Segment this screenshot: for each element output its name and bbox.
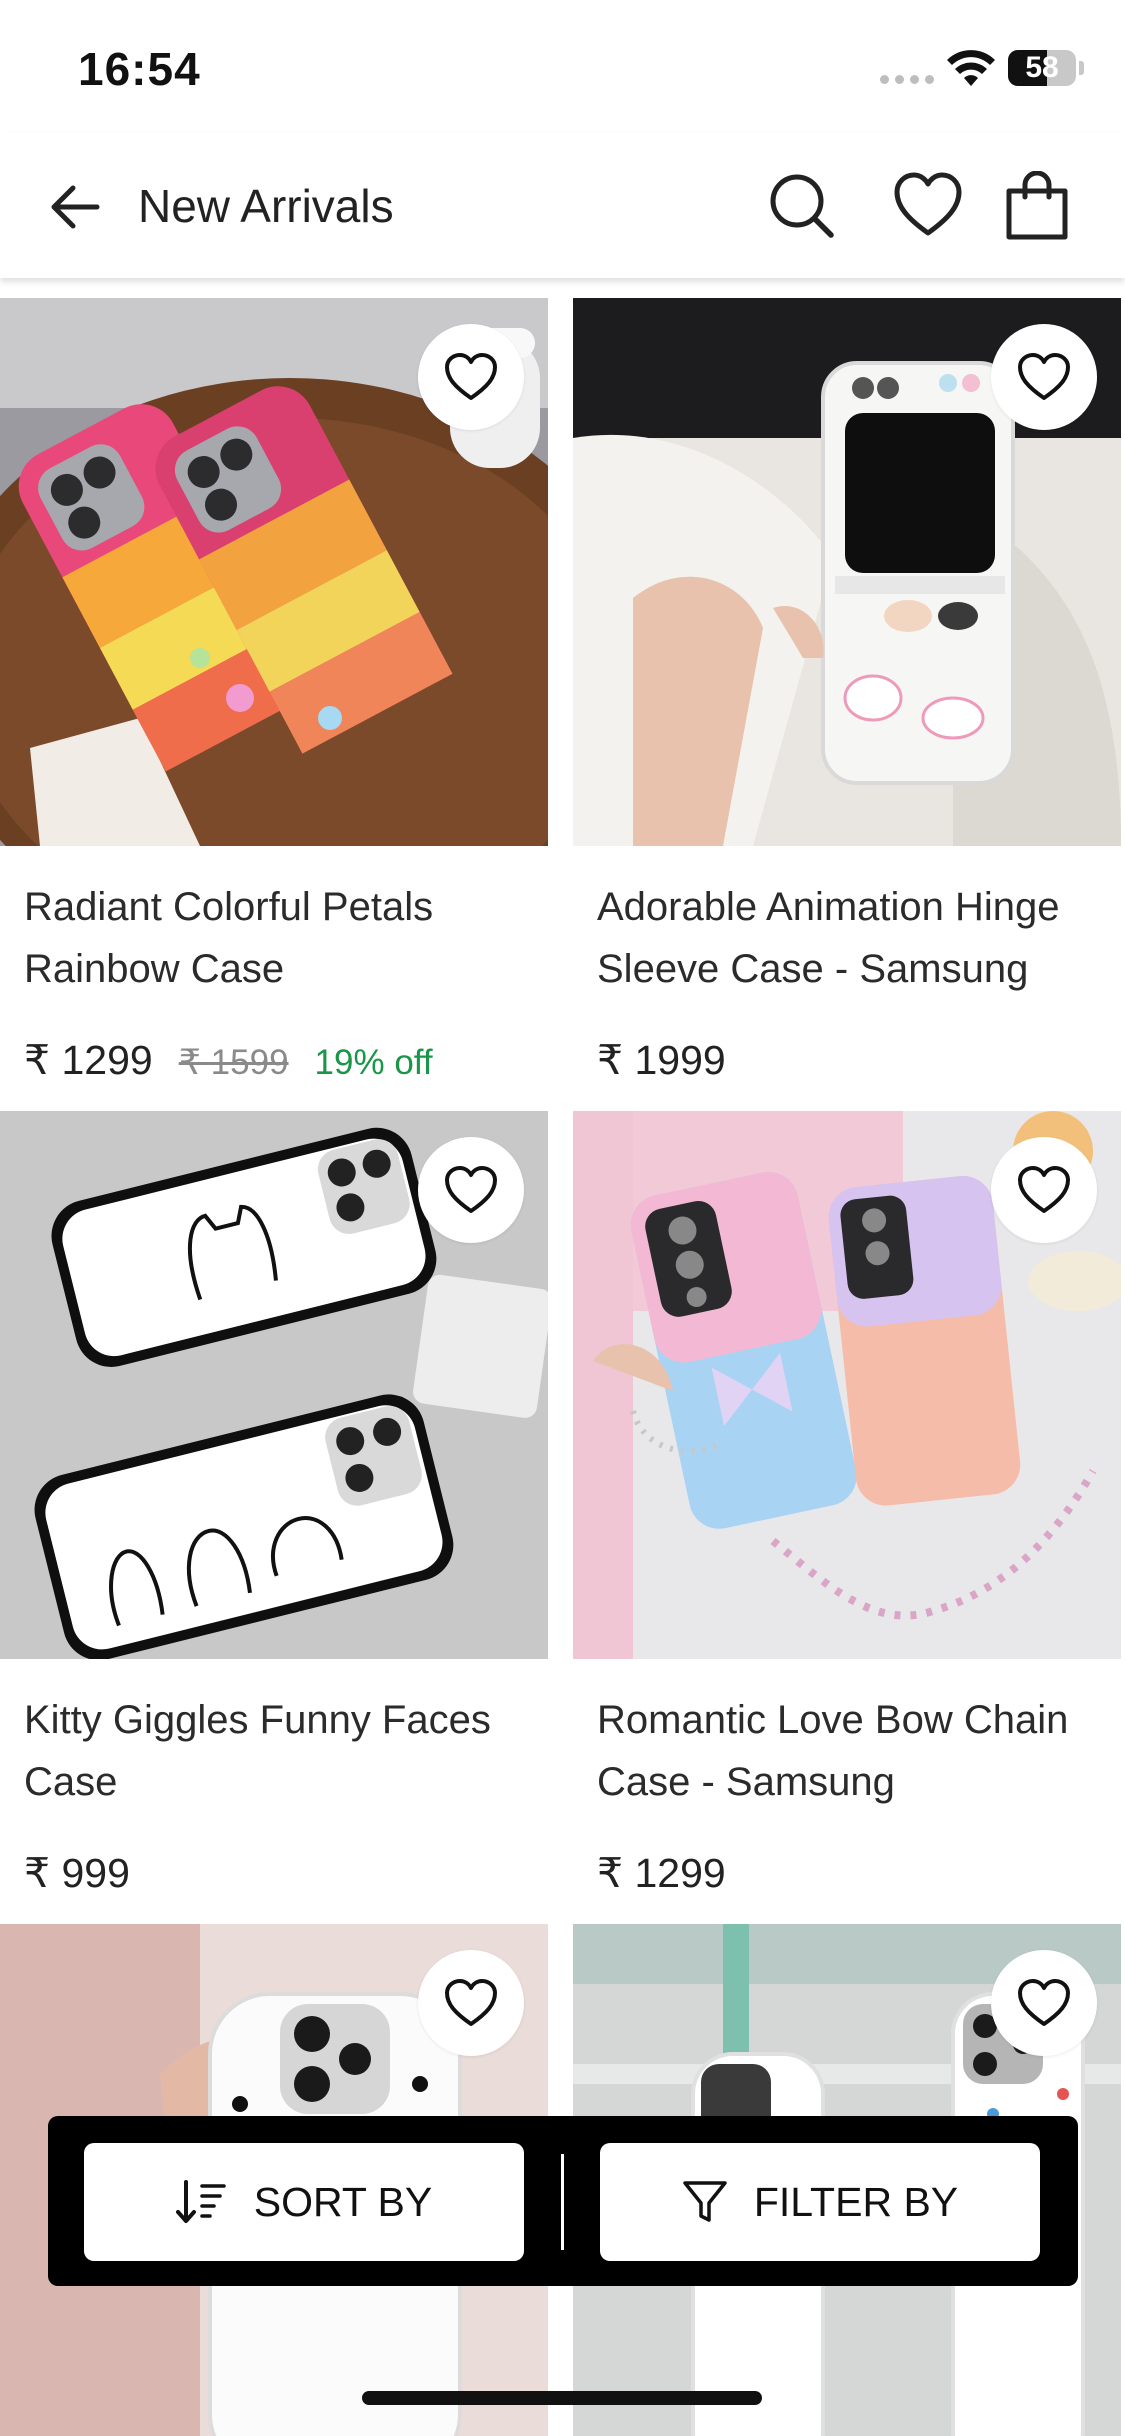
back-arrow-icon — [51, 185, 100, 229]
wishlist-toggle[interactable] — [418, 1137, 524, 1243]
product-price: ₹ 1299 — [24, 1037, 153, 1083]
top-nav-bar: New Arrivals — [0, 132, 1125, 278]
filter-icon — [683, 2181, 727, 2222]
wishlist-toggle[interactable] — [418, 1950, 524, 2056]
search-icon — [770, 174, 834, 238]
product-name[interactable]: Radiant Colorful Petals Rainbow Case — [24, 876, 534, 1000]
product-name[interactable]: Adorable Animation Hinge Sleeve Case - S… — [597, 876, 1107, 1000]
price-row: ₹ 1299 ₹ 1599 19% off — [24, 1036, 433, 1084]
product-image[interactable] — [0, 298, 548, 846]
wifi-icon — [947, 50, 995, 86]
wishlist-toggle[interactable] — [991, 324, 1097, 430]
sort-label: SORT BY — [253, 2178, 433, 2225]
product-name[interactable]: Romantic Love Bow Chain Case - Samsung — [597, 1689, 1107, 1813]
battery-percent: 58 — [1025, 51, 1059, 84]
battery-nub — [1079, 61, 1084, 75]
price-row: ₹ 999 — [24, 1849, 130, 1897]
home-indicator[interactable] — [362, 2391, 762, 2405]
price-row: ₹ 1299 — [597, 1849, 726, 1897]
discount-label: 19% off — [314, 1043, 433, 1082]
page-title: New Arrivals — [138, 180, 394, 232]
product-card[interactable]: Adorable Animation Hinge Sleeve Case - S… — [573, 298, 1121, 1083]
product-card[interactable]: Kitty Giggles Funny Faces Case ₹ 999 — [0, 1111, 548, 1896]
product-image[interactable] — [0, 1111, 548, 1659]
heart-icon — [894, 172, 962, 236]
screen: 16:54 58 New Arrivals Radiant Colorful P… — [0, 0, 1125, 2436]
product-mrp: ₹ 1599 — [178, 1043, 289, 1082]
heart-icon — [1018, 353, 1070, 400]
wishlist-toggle[interactable] — [418, 324, 524, 430]
battery-icon: 58 — [1008, 50, 1076, 86]
price-row: ₹ 1999 — [597, 1036, 726, 1084]
status-bar: 16:54 58 — [0, 0, 1125, 132]
heart-icon — [1018, 1166, 1070, 1213]
sort-icon — [175, 2180, 226, 2223]
wishlist-button[interactable] — [890, 168, 966, 244]
heart-icon — [445, 1166, 497, 1213]
product-image[interactable] — [573, 1111, 1121, 1659]
product-image[interactable] — [573, 298, 1121, 846]
wishlist-toggle[interactable] — [991, 1950, 1097, 2056]
heart-icon — [445, 1979, 497, 2026]
heart-icon — [1018, 1979, 1070, 2026]
sort-filter-bar: SORT BY FILTER BY — [48, 2116, 1078, 2286]
sort-button[interactable]: SORT BY — [84, 2143, 524, 2261]
shopping-bag-icon — [1006, 171, 1068, 240]
status-time: 16:54 — [78, 43, 201, 95]
product-price: ₹ 999 — [24, 1850, 130, 1896]
product-name[interactable]: Kitty Giggles Funny Faces Case — [24, 1689, 534, 1813]
product-price: ₹ 1999 — [597, 1037, 726, 1083]
bar-divider — [561, 2154, 564, 2250]
wishlist-toggle[interactable] — [991, 1137, 1097, 1243]
cellular-signal-icon — [880, 75, 934, 84]
product-price: ₹ 1299 — [597, 1850, 726, 1896]
search-button[interactable] — [764, 168, 840, 244]
product-card[interactable]: Romantic Love Bow Chain Case - Samsung ₹… — [573, 1111, 1121, 1896]
filter-label: FILTER BY — [753, 2178, 959, 2225]
product-card[interactable]: Radiant Colorful Petals Rainbow Case ₹ 1… — [0, 298, 548, 1083]
filter-button[interactable]: FILTER BY — [600, 2143, 1040, 2261]
cart-button[interactable] — [999, 168, 1075, 244]
heart-icon — [445, 353, 497, 400]
back-button[interactable] — [40, 172, 110, 242]
